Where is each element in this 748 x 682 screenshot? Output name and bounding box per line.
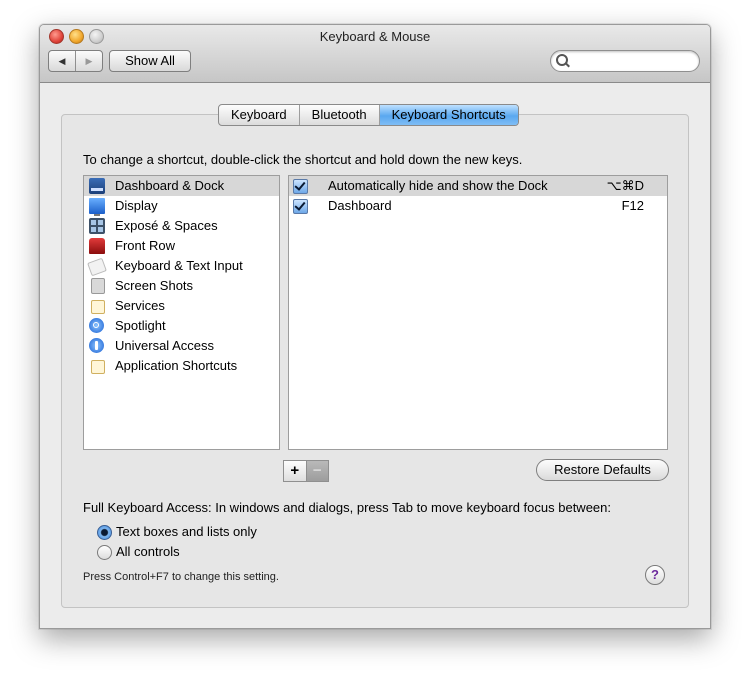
shortcut-enabled-checkbox[interactable] <box>293 179 308 194</box>
shortcut-enabled-checkbox[interactable] <box>293 199 308 214</box>
expose-icon <box>89 218 105 234</box>
radio-button-selected[interactable] <box>97 525 112 540</box>
help-icon: ? <box>651 567 659 582</box>
category-item-application-shortcuts[interactable]: Application Shortcuts <box>84 356 279 376</box>
category-item-screen-shots[interactable]: Screen Shots <box>84 276 279 296</box>
display-icon <box>89 198 105 216</box>
keyboard-access-note: Press Control+F7 to change this setting. <box>83 571 279 583</box>
category-item-universal-access[interactable]: Universal Access <box>84 336 279 356</box>
category-item-spotlight[interactable]: Spotlight <box>84 316 279 336</box>
category-item-front-row[interactable]: Front Row <box>84 236 279 256</box>
back-arrow-icon: ◀ <box>58 55 66 66</box>
category-label: Spotlight <box>115 318 166 333</box>
preferences-window: Keyboard & Mouse ◀ ▶ Show All Keyboard B… <box>39 24 711 629</box>
category-label: Dashboard & Dock <box>115 178 225 193</box>
category-item-dashboard-dock[interactable]: Dashboard & Dock <box>84 176 279 196</box>
search-input[interactable] <box>571 53 695 70</box>
category-label: Front Row <box>115 238 175 253</box>
shortcut-list[interactable]: Automatically hide and show the Dock ⌥⌘D… <box>288 175 668 450</box>
add-remove-control: + − <box>283 460 329 482</box>
screen-shots-icon <box>91 278 105 294</box>
shortcut-label: Dashboard <box>328 198 392 213</box>
category-item-keyboard-text-input[interactable]: Keyboard & Text Input <box>84 256 279 277</box>
instructions-text: To change a shortcut, double-click the s… <box>83 152 523 167</box>
shortcut-label: Automatically hide and show the Dock <box>328 178 548 193</box>
keyboard-icon <box>87 257 107 277</box>
category-list[interactable]: Dashboard & Dock Display Exposé & Spaces… <box>83 175 280 450</box>
shortcut-keys[interactable]: ⌥⌘D <box>607 176 644 196</box>
tab-bluetooth[interactable]: Bluetooth <box>300 105 380 125</box>
window-title: Keyboard & Mouse <box>319 29 431 44</box>
radio-label: Text boxes and lists only <box>116 524 257 539</box>
category-label: Universal Access <box>115 338 214 353</box>
tab-keyboard[interactable]: Keyboard <box>219 105 300 125</box>
services-icon <box>91 300 105 314</box>
category-label: Keyboard & Text Input <box>115 258 243 273</box>
restore-defaults-button[interactable]: Restore Defaults <box>536 459 669 481</box>
category-item-display[interactable]: Display <box>84 196 279 216</box>
category-label: Exposé & Spaces <box>115 218 218 233</box>
category-label: Display <box>115 198 158 213</box>
tab-bar: Keyboard Bluetooth Keyboard Shortcuts <box>218 104 519 126</box>
radio-label: All controls <box>116 544 180 559</box>
show-all-button[interactable]: Show All <box>109 50 191 72</box>
search-icon <box>556 54 568 66</box>
help-button[interactable]: ? <box>645 565 665 585</box>
universal-access-icon <box>89 338 104 353</box>
back-button[interactable]: ◀ <box>49 51 75 71</box>
front-row-icon <box>89 238 105 254</box>
remove-shortcut-button[interactable]: − <box>305 461 328 481</box>
title-bar: Keyboard & Mouse ◀ ▶ Show All <box>40 25 710 83</box>
forward-arrow-icon: ▶ <box>85 55 93 66</box>
forward-button[interactable]: ▶ <box>75 51 102 71</box>
app-shortcuts-icon <box>91 360 105 374</box>
shortcut-row-hide-dock[interactable]: Automatically hide and show the Dock ⌥⌘D <box>289 176 667 196</box>
shortcut-keys[interactable]: F12 <box>622 196 644 216</box>
category-label: Application Shortcuts <box>115 358 238 373</box>
radio-button[interactable] <box>97 545 112 560</box>
category-item-expose-spaces[interactable]: Exposé & Spaces <box>84 216 279 236</box>
category-label: Services <box>115 298 165 313</box>
shortcut-row-dashboard[interactable]: Dashboard F12 <box>289 196 667 216</box>
category-item-services[interactable]: Services <box>84 296 279 316</box>
search-field[interactable] <box>550 50 700 72</box>
dock-icon <box>89 178 105 194</box>
spotlight-icon <box>89 318 104 333</box>
back-forward-control: ◀ ▶ <box>48 50 103 72</box>
full-keyboard-access-label: Full Keyboard Access: In windows and dia… <box>83 500 611 515</box>
tab-keyboard-shortcuts[interactable]: Keyboard Shortcuts <box>379 105 518 125</box>
category-label: Screen Shots <box>115 278 194 293</box>
add-shortcut-button[interactable]: + <box>284 461 306 481</box>
